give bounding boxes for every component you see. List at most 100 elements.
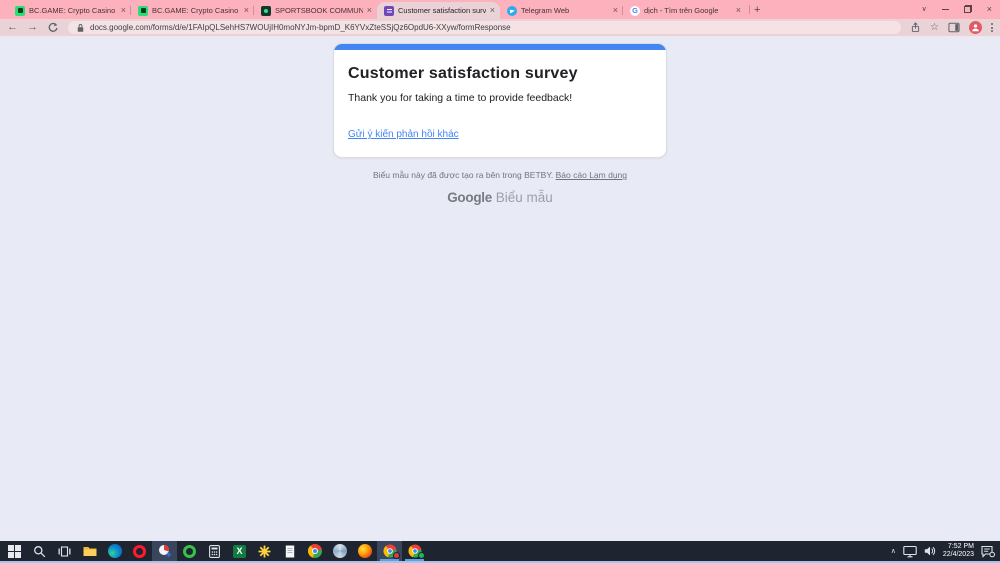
tab-title: Customer satisfaction survey [398, 6, 486, 15]
edge-icon [108, 544, 122, 558]
task-view-button[interactable] [52, 541, 77, 561]
tab-title: BC.GAME: Crypto Casino Games [152, 6, 240, 15]
windows-logo-icon [8, 545, 21, 558]
tab-title: BC.GAME: Crypto Casino Games [29, 6, 117, 15]
clock-time: 7:52 PM [943, 543, 974, 552]
taskbar-clock[interactable]: 7:52 PM 22/4/2023 [943, 543, 974, 560]
reload-icon[interactable] [47, 22, 59, 34]
globe-app-icon [333, 544, 347, 558]
notepad-button[interactable] [277, 541, 302, 561]
tab-customer-survey-active[interactable]: Customer satisfaction survey × [377, 2, 500, 19]
notepad-icon [285, 545, 295, 558]
tab-google-search[interactable]: G dịch - Tìm trên Google × [623, 2, 746, 19]
tab-search-chevron-icon[interactable]: ∨ [922, 5, 927, 13]
tab-title: dịch - Tìm trên Google [644, 6, 732, 15]
browser-toolbar: ← → docs.google.com/forms/d/e/1FAIpQLSeh… [0, 19, 1000, 37]
profile-badge-green [418, 552, 425, 559]
submit-another-response-link[interactable]: Gửi ý kiến phản hồi khác [348, 129, 459, 140]
address-bar[interactable]: docs.google.com/forms/d/e/1FAIpQLSehHS7W… [68, 21, 901, 34]
calculator-icon [209, 545, 220, 558]
minimize-icon[interactable] [942, 9, 949, 10]
yellow-gear-app-button[interactable] [252, 541, 277, 561]
new-tab-area: + [746, 0, 760, 19]
profile-badge-red [393, 552, 400, 559]
tab-close-icon[interactable]: × [736, 6, 741, 15]
close-icon[interactable]: × [987, 4, 992, 14]
tab-close-icon[interactable]: × [367, 6, 372, 15]
bcgame-favicon [138, 6, 148, 16]
chrome-profile-red-button[interactable] [377, 541, 402, 561]
form-footer-notice: Biểu mẫu này đã được tạo ra bên trong BE… [0, 170, 1000, 180]
desktop-screen: BC.GAME: Crypto Casino Games × BC.GAME: … [0, 0, 1000, 563]
system-tray: ∧ 7:52 PM 22/4/2023 [891, 541, 1000, 561]
excel-button[interactable]: X [227, 541, 252, 561]
side-panel-icon[interactable] [948, 22, 960, 33]
clock-date: 22/4/2023 [943, 551, 974, 560]
profile-avatar[interactable] [969, 21, 982, 34]
sportsbook-favicon [261, 6, 271, 16]
yellow-gear-icon [258, 545, 271, 558]
chrome-icon [308, 544, 322, 558]
tab-close-icon[interactable]: × [613, 6, 618, 15]
green-circle-app-icon [183, 545, 196, 558]
pie-chart-app-button[interactable] [152, 541, 177, 561]
tab-strip: BC.GAME: Crypto Casino Games × BC.GAME: … [0, 0, 1000, 19]
tab-sportsbook[interactable]: SPORTSBOOK COMMUNITY SUR × [254, 2, 377, 19]
new-tab-button[interactable]: + [754, 2, 760, 18]
folder-icon [83, 545, 97, 557]
opera-button[interactable] [127, 541, 152, 561]
forward-icon[interactable]: → [27, 22, 38, 33]
share-icon[interactable] [910, 22, 921, 33]
tray-chevron-icon[interactable]: ∧ [891, 547, 896, 555]
search-icon [33, 545, 46, 558]
firefox-icon [358, 544, 372, 558]
google-forms-favicon [384, 6, 394, 16]
forms-logo-text: Biểu mẫu [496, 190, 553, 205]
tab-title: Telegram Web [521, 6, 609, 15]
tab-bcgame-1[interactable]: BC.GAME: Crypto Casino Games × [8, 2, 131, 19]
pie-chart-app-icon [158, 544, 172, 558]
action-center-icon[interactable] [981, 545, 995, 558]
form-card-body: Customer satisfaction survey Thank you f… [334, 50, 666, 157]
excel-icon: X [233, 545, 246, 558]
report-abuse-link[interactable]: Báo cáo Lạm dụng [556, 170, 627, 180]
display-network-icon[interactable] [903, 545, 917, 558]
form-response-card: Customer satisfaction survey Thank you f… [333, 43, 667, 158]
task-view-icon [58, 545, 71, 558]
bookmark-star-icon[interactable]: ☆ [930, 22, 939, 33]
window-controls: ∨ × [922, 0, 992, 18]
form-confirmation-message: Thank you for taking a time to provide f… [348, 92, 652, 104]
edge-button[interactable] [102, 541, 127, 561]
start-button[interactable] [2, 541, 27, 561]
tab-bcgame-2[interactable]: BC.GAME: Crypto Casino Games × [131, 2, 254, 19]
telegram-favicon [507, 6, 517, 16]
chrome-profile-green-button[interactable] [402, 541, 427, 561]
volume-icon[interactable] [924, 545, 936, 557]
firefox-button[interactable] [352, 541, 377, 561]
tab-close-icon[interactable]: × [490, 6, 495, 15]
windows-taskbar: X ∧ [0, 541, 1000, 563]
lock-icon [76, 23, 85, 33]
google-favicon: G [630, 6, 640, 16]
tab-telegram[interactable]: Telegram Web × [500, 2, 623, 19]
calculator-button[interactable] [202, 541, 227, 561]
person-icon [971, 23, 980, 32]
file-explorer-button[interactable] [77, 541, 102, 561]
globe-app-button[interactable] [327, 541, 352, 561]
form-title: Customer satisfaction survey [348, 65, 652, 83]
tab-close-icon[interactable]: × [244, 6, 249, 15]
chrome-button[interactable] [302, 541, 327, 561]
tab-close-icon[interactable]: × [121, 6, 126, 15]
browser-menu-icon[interactable] [991, 23, 993, 32]
back-icon[interactable]: ← [7, 22, 18, 33]
toolbar-actions: ☆ [910, 21, 993, 34]
bcgame-favicon [15, 6, 25, 16]
form-page: Customer satisfaction survey Thank you f… [0, 37, 1000, 541]
opera-icon [133, 545, 146, 558]
google-forms-logo: Google Biểu mẫu [0, 190, 1000, 205]
tab-title: SPORTSBOOK COMMUNITY SUR [275, 6, 363, 15]
green-circle-app-button[interactable] [177, 541, 202, 561]
taskbar-search-button[interactable] [27, 541, 52, 561]
url-text: docs.google.com/forms/d/e/1FAIpQLSehHS7W… [90, 23, 511, 32]
restore-icon[interactable] [964, 5, 972, 13]
